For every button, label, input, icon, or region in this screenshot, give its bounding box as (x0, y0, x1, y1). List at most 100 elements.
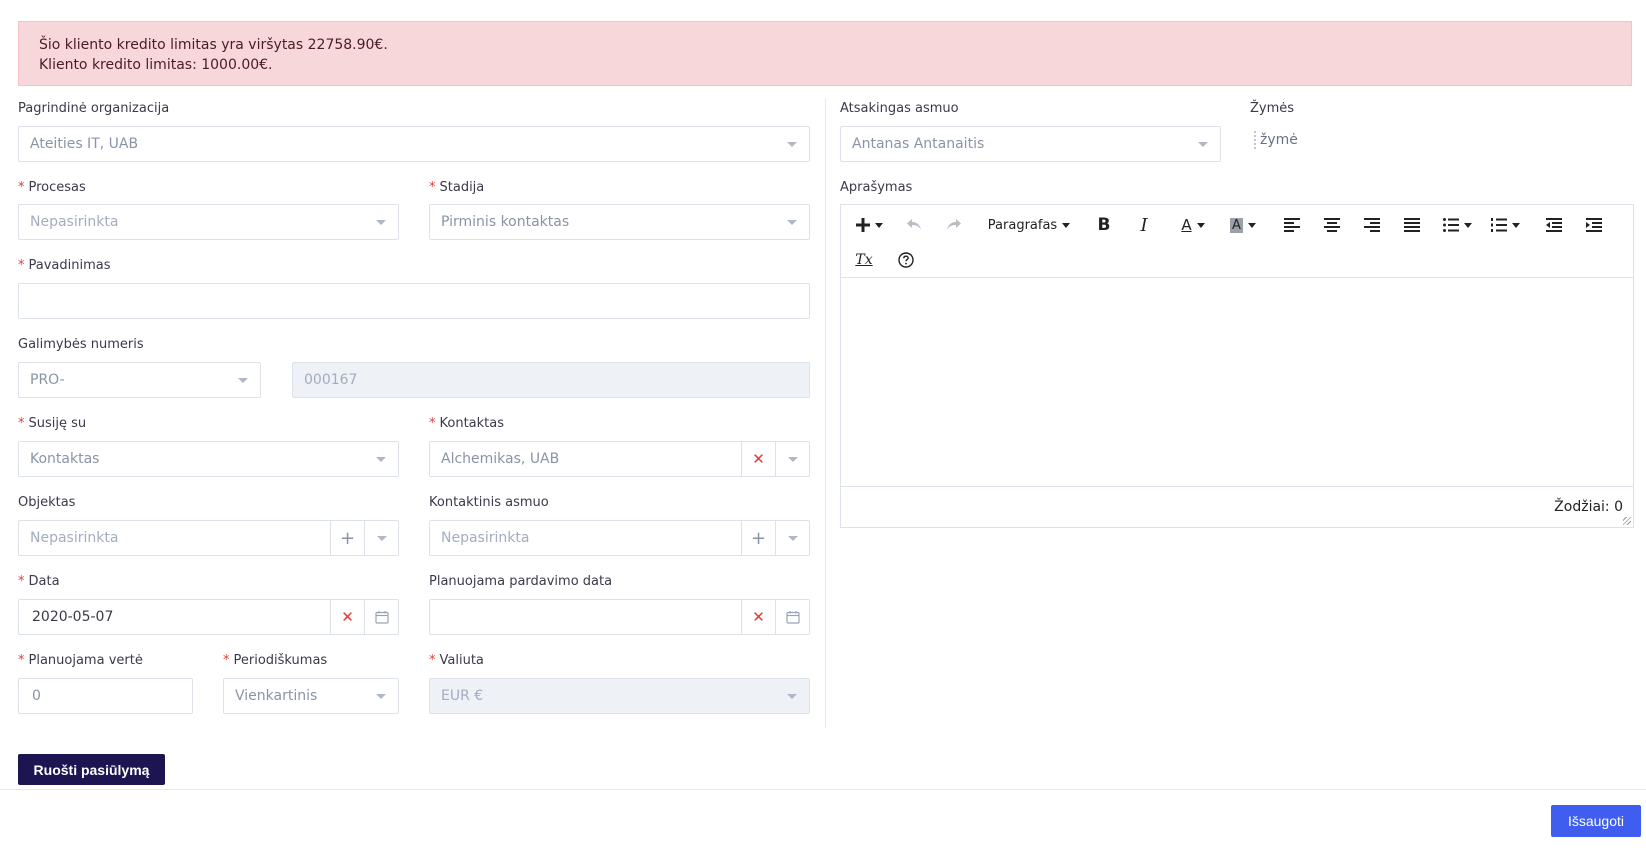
text-cursor (1254, 131, 1256, 149)
clear-icon[interactable]: ✕ (741, 442, 775, 476)
undo-button[interactable] (901, 213, 927, 237)
editor-toolbar: Paragrafas B I A A Tx (841, 205, 1633, 278)
susije-su-select[interactable]: Kontaktas (18, 441, 399, 477)
undo-icon (907, 219, 921, 230)
background-color-icon: A (1230, 217, 1243, 233)
chevron-down-icon (364, 442, 398, 476)
editor-statusbar: Žodžiai: 0 (841, 486, 1633, 527)
required-marker: * (429, 180, 436, 195)
indent-button[interactable] (1581, 213, 1607, 237)
pavadinimas-input[interactable] (18, 283, 810, 319)
outdent-icon (1546, 218, 1562, 232)
valiuta-select: EUR € (429, 678, 810, 714)
pagrindine-organizacija-select[interactable]: Ateities IT, UAB (18, 126, 810, 162)
data-datepicker[interactable]: 2020-05-07 ✕ (18, 599, 399, 635)
kontaktas-select[interactable]: Alchemikas, UAB ✕ (429, 441, 810, 477)
calendar-icon[interactable] (775, 600, 809, 634)
planuojama-verte-input[interactable]: 0 (18, 678, 193, 714)
required-marker: * (18, 180, 25, 195)
bullet-list-icon (1442, 218, 1459, 232)
alert-line-2: Kliento kredito limitas: 1000.00€. (39, 57, 273, 73)
chevron-down-icon (364, 205, 398, 239)
align-justify-icon (1404, 218, 1420, 232)
required-marker: * (18, 574, 25, 589)
insert-button[interactable] (851, 213, 887, 237)
chevron-down-icon (1186, 127, 1220, 161)
align-center-button[interactable] (1319, 213, 1345, 237)
zymes-tag-input[interactable]: žymė (1254, 131, 1298, 149)
numbered-list-icon (1490, 218, 1507, 232)
redo-button[interactable] (941, 213, 967, 237)
font-color-icon: A (1181, 216, 1192, 234)
add-icon[interactable]: + (330, 521, 364, 555)
save-button[interactable]: Išsaugoti (1551, 805, 1641, 837)
plus-icon (855, 218, 870, 232)
clear-formatting-button[interactable]: Tx (851, 248, 877, 272)
periodiskumas-select[interactable]: Vienkartinis (223, 678, 399, 714)
alert-line-1: Šio kliento kredito limitas yra viršytas… (39, 37, 388, 53)
label-susije-su: * Susiję su (18, 416, 87, 431)
resize-handle-icon[interactable] (1623, 517, 1631, 525)
add-icon[interactable]: + (741, 521, 775, 555)
description-editor[interactable]: Paragrafas B I A A Tx Žodžiai: 0 (840, 204, 1634, 528)
objektas-select[interactable]: Nepasirinkta + (18, 520, 399, 556)
align-left-button[interactable] (1279, 213, 1305, 237)
required-marker: * (223, 653, 230, 668)
required-marker: * (18, 258, 25, 273)
chevron-down-icon (364, 679, 398, 713)
clear-icon[interactable]: ✕ (741, 600, 775, 634)
numbered-list-button[interactable] (1485, 213, 1525, 237)
chevron-down-icon (776, 521, 809, 555)
help-button[interactable] (893, 248, 919, 272)
font-color-button[interactable]: A (1171, 213, 1215, 237)
bullet-list-button[interactable] (1437, 213, 1477, 237)
background-color-button[interactable]: A (1221, 213, 1265, 237)
label-galimybes-numeris: Galimybės numeris (18, 337, 144, 352)
clear-icon[interactable]: ✕ (330, 600, 364, 634)
align-center-icon (1324, 218, 1340, 232)
galimybes-number-input: 000167 (292, 362, 810, 398)
label-stadija: * Stadija (429, 180, 485, 195)
column-divider (825, 98, 826, 728)
align-right-icon (1364, 218, 1380, 232)
label-valiuta: * Valiuta (429, 653, 484, 668)
label-kontaktas: * Kontaktas (429, 416, 504, 431)
label-periodiskumas: * Periodiškumas (223, 653, 328, 668)
credit-limit-alert: Šio kliento kredito limitas yra viršytas… (18, 21, 1632, 86)
planuojama-pardavimo-data-datepicker[interactable]: ✕ (429, 599, 810, 635)
label-kontaktinis-asmuo: Kontaktinis asmuo (429, 495, 549, 510)
required-marker: * (429, 653, 436, 668)
indent-icon (1586, 218, 1602, 232)
editor-content-area[interactable] (841, 278, 1633, 487)
required-marker: * (18, 416, 25, 431)
label-procesas: * Procesas (18, 180, 86, 195)
required-marker: * (429, 416, 436, 431)
stadija-select[interactable]: Pirminis kontaktas (429, 204, 810, 240)
required-marker: * (18, 653, 25, 668)
prepare-offer-button[interactable]: Ruošti pasiūlymą (18, 754, 165, 785)
chevron-down-icon (776, 442, 809, 476)
redo-icon (947, 219, 961, 230)
label-planuojama-pardavimo-data: Planuojama pardavimo data (429, 574, 613, 589)
align-justify-button[interactable] (1399, 213, 1425, 237)
objektas-dropdown-toggle[interactable] (364, 521, 398, 555)
label-aprasymas: Aprašymas (840, 180, 913, 195)
galimybes-prefix-select[interactable]: PRO- (18, 362, 261, 398)
outdent-button[interactable] (1541, 213, 1567, 237)
paragraph-format-select[interactable]: Paragrafas (981, 213, 1077, 237)
calendar-icon[interactable] (364, 600, 398, 634)
kontaktas-dropdown-toggle[interactable] (775, 442, 809, 476)
align-right-button[interactable] (1359, 213, 1385, 237)
label-objektas: Objektas (18, 495, 76, 510)
label-planuojama-verte: * Planuojama vertė (18, 653, 143, 668)
kontaktinis-asmuo-select[interactable]: Nepasirinkta + (429, 520, 810, 556)
kontaktinis-asmuo-dropdown-toggle[interactable] (775, 521, 809, 555)
label-pavadinimas: * Pavadinimas (18, 258, 111, 273)
word-count: Žodžiai: 0 (1554, 499, 1623, 515)
bold-button[interactable]: B (1091, 213, 1117, 237)
italic-button[interactable]: I (1131, 213, 1157, 237)
label-data: * Data (18, 574, 60, 589)
chevron-down-icon (775, 679, 809, 713)
procesas-select[interactable]: Nepasirinkta (18, 204, 399, 240)
atsakingas-asmuo-select[interactable]: Antanas Antanaitis (840, 126, 1221, 162)
